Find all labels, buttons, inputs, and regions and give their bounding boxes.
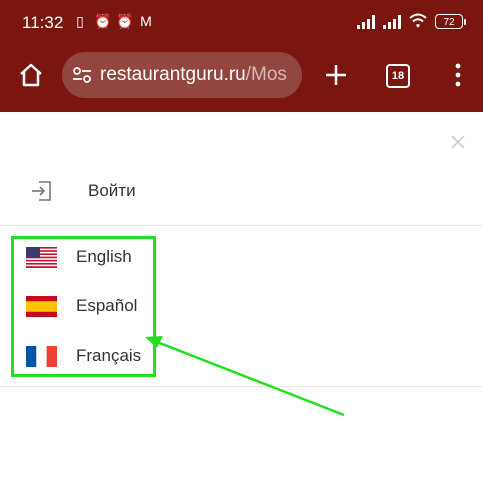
url-path: /Mos [245, 64, 287, 85]
url-bar[interactable]: restaurantguru.ru/Mos [62, 52, 302, 98]
divider [0, 225, 483, 226]
battery-icon: 72 [435, 13, 466, 29]
tab-switcher-button[interactable]: 18 [386, 64, 410, 88]
home-icon[interactable] [18, 62, 44, 88]
alarm-icon: ⏰ [94, 13, 112, 29]
notification-icon: ▯ [76, 13, 84, 29]
url-text[interactable]: restaurantguru.ru/Mos [100, 64, 296, 86]
login-menu-item[interactable]: Войти [30, 176, 330, 208]
close-icon[interactable] [449, 133, 467, 151]
wifi-icon [409, 13, 427, 28]
status-system-icons: 72 [357, 13, 466, 29]
status-time: 11:32 [22, 13, 64, 32]
new-tab-icon[interactable] [323, 62, 349, 88]
signal-icon [383, 13, 401, 29]
login-icon [32, 181, 51, 201]
site-settings-icon[interactable] [72, 66, 92, 84]
more-menu-icon[interactable] [449, 62, 467, 88]
url-host: restaurantguru.ru [100, 64, 246, 85]
alarm-icon: ⏰ [116, 13, 134, 29]
gmail-icon: M [140, 13, 152, 29]
divider [0, 386, 483, 387]
login-label: Войти [88, 181, 136, 200]
signal-icon [357, 13, 375, 29]
highlight-box [11, 236, 156, 377]
status-notification-icons: ▯ ⏰ ⏰ M [72, 12, 154, 30]
browser-toolbar: 11:32 ▯ ⏰ ⏰ M 72 restaurantguru.ru/Mos 1… [0, 0, 483, 112]
